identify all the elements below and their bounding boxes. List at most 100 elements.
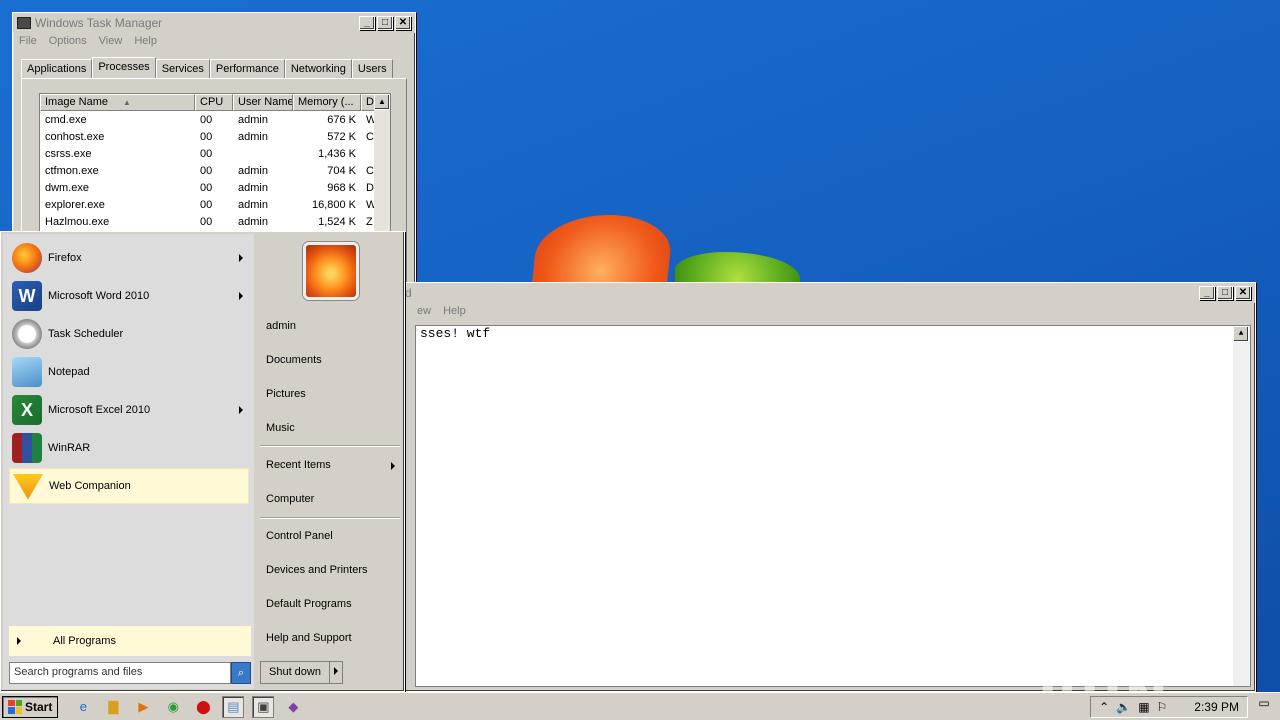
start-menu-item-label: Web Companion	[49, 480, 131, 492]
start-menu-item-task-scheduler[interactable]: Task Scheduler	[9, 316, 249, 352]
notepad-taskbar-icon[interactable]: ▤	[222, 695, 245, 718]
menu-file[interactable]: File	[19, 35, 37, 47]
table-row[interactable]: dwm.exe 00 admin 968 KD	[40, 179, 390, 196]
winrar-taskbar-icon[interactable]: ◆	[282, 696, 304, 718]
menu-options[interactable]: Options	[49, 35, 87, 47]
all-programs-button[interactable]: All Programs	[9, 626, 251, 656]
link-default-programs[interactable]: Default Programs	[266, 598, 401, 610]
column-cpu[interactable]: CPU	[195, 94, 233, 111]
search-input[interactable]: Search programs and files	[9, 662, 231, 684]
submenu-arrow-icon	[239, 254, 243, 262]
user-avatar[interactable]	[303, 242, 359, 300]
notepad-close-button[interactable]: ✕	[1235, 286, 1251, 300]
shutdown-options-button[interactable]	[328, 662, 342, 683]
word-icon: W	[12, 281, 42, 311]
tab-networking[interactable]: Networking	[284, 59, 352, 78]
search-icon[interactable]: ⌕	[231, 662, 251, 684]
windows-flag-icon	[8, 699, 22, 714]
start-menu-item-firefox[interactable]: Firefox	[9, 240, 249, 276]
opera-icon[interactable]: ⬤	[192, 696, 214, 718]
link-music[interactable]: Music	[266, 422, 401, 434]
submenu-arrow-icon	[239, 292, 243, 300]
menu-view[interactable]: View	[99, 35, 123, 47]
tab-processes[interactable]: Processes	[92, 57, 156, 78]
cell-cpu: 00	[200, 113, 213, 126]
link-documents[interactable]: Documents	[266, 354, 401, 366]
cell-user: admin	[238, 181, 268, 194]
menubar: File Options View Help	[13, 33, 415, 49]
web-companion-icon	[13, 474, 43, 500]
show-hidden-icons-icon[interactable]: ⌃	[1099, 700, 1109, 714]
scroll-up-icon[interactable]: ▲	[1233, 326, 1249, 342]
link-pictures[interactable]: Pictures	[266, 388, 401, 400]
action-center-flag-icon[interactable]: ⚐	[1157, 700, 1168, 714]
task-manager-titlebar[interactable]: Windows Task Manager _ □ ✕	[13, 13, 415, 33]
link-devices-and-printers[interactable]: Devices and Printers	[266, 564, 401, 576]
shutdown-button[interactable]: Shut down	[261, 662, 329, 683]
cell-cpu: 00	[200, 215, 213, 228]
menu-view[interactable]: ew	[417, 305, 431, 317]
notepad-minimize-button[interactable]: _	[1199, 286, 1215, 300]
menu-help[interactable]: Help	[443, 305, 466, 317]
link-help-and-support[interactable]: Help and Support	[266, 632, 401, 644]
link-recent-items[interactable]: Recent Items	[266, 459, 401, 471]
link-computer[interactable]: Computer	[266, 493, 401, 505]
scroll-up-icon[interactable]: ▲	[374, 94, 390, 110]
column-memory[interactable]: Memory (...	[293, 94, 361, 111]
tab-applications[interactable]: Applications	[21, 59, 93, 78]
start-menu-item-label: Notepad	[48, 366, 90, 378]
notepad-titlebar[interactable]: d _ □ ✕	[401, 283, 1255, 303]
cell-mem: 1,524 K	[318, 215, 356, 228]
arrow-right-icon	[17, 637, 21, 645]
cell-mem: 676 K	[327, 113, 356, 126]
column-user-name[interactable]: User Name	[233, 94, 293, 111]
start-menu-item-label: Task Scheduler	[48, 328, 124, 340]
cell-name: ctfmon.exe	[45, 164, 99, 177]
winrar-icon	[12, 433, 42, 463]
start-menu-item-notepad[interactable]: Notepad	[9, 354, 249, 390]
minimize-button[interactable]: _	[359, 16, 375, 30]
cell-name: Hazlmou.exe	[45, 215, 110, 228]
notepad-maximize-button[interactable]: □	[1217, 286, 1233, 300]
table-row[interactable]: csrss.exe 00 1,436 K	[40, 145, 390, 162]
start-button[interactable]: Start	[2, 695, 59, 718]
notepad-menubar: ew Help	[401, 303, 1255, 319]
start-menu-item-label: Microsoft Excel 2010	[48, 404, 151, 416]
volume-icon[interactable]: 🔈	[1116, 700, 1131, 714]
tab-performance[interactable]: Performance	[209, 59, 285, 78]
start-menu-item-winrar[interactable]: WinRAR	[9, 430, 249, 466]
task-manager-taskbar-icon[interactable]: ▣	[252, 695, 275, 718]
network-icon[interactable]: ▦	[1138, 700, 1149, 714]
internet-explorer-icon[interactable]: e	[72, 696, 94, 718]
chrome-icon[interactable]: ◉	[162, 696, 184, 718]
table-row[interactable]: ctfmon.exe 00 admin 704 KC	[40, 162, 390, 179]
tab-users[interactable]: Users	[351, 59, 393, 78]
cell-mem: 16,800 K	[311, 198, 356, 211]
cell-cpu: 00	[200, 164, 213, 177]
recent-items-label: Recent Items	[266, 459, 331, 471]
start-menu[interactable]: Firefox W Microsoft Word 2010 Task Schedule…	[0, 231, 405, 692]
media-player-icon[interactable]: ▶	[132, 696, 154, 718]
maximize-button[interactable]: □	[377, 16, 393, 30]
table-row[interactable]: cmd.exe 00 admin 676 KW	[40, 111, 390, 128]
cell-user: admin	[238, 113, 268, 126]
table-row[interactable]: explorer.exe 00 admin 16,800 KW	[40, 196, 390, 213]
tab-services[interactable]: Services	[155, 59, 210, 78]
cell-user: admin	[238, 215, 268, 228]
column-image-name[interactable]: Image Name ▲	[40, 94, 195, 111]
clock[interactable]: 2:39 PM	[1194, 700, 1239, 714]
table-row[interactable]: conhost.exe 00 admin 572 KC	[40, 128, 390, 145]
start-menu-item-microsoft-excel-2010[interactable]: X Microsoft Excel 2010	[9, 392, 249, 428]
table-row[interactable]: Hazlmou.exe 00 admin 1,524 KZ	[40, 213, 390, 230]
start-menu-item-microsoft-word-2010[interactable]: W Microsoft Word 2010	[9, 278, 249, 314]
cell-user: admin	[238, 164, 268, 177]
link-control-panel[interactable]: Control Panel	[266, 530, 401, 542]
show-desktop-icon[interactable]: ▭	[1254, 696, 1274, 714]
menu-help[interactable]: Help	[134, 35, 157, 47]
cell-name: explorer.exe	[45, 198, 105, 211]
list-header: Image Name ▲ CPU User Name Memory (... D	[40, 94, 390, 111]
file-explorer-icon[interactable]: ▇	[102, 696, 124, 718]
start-menu-item-web-companion[interactable]: Web Companion	[9, 468, 249, 504]
link-admin[interactable]: admin	[266, 320, 401, 332]
close-button[interactable]: ✕	[395, 16, 411, 30]
